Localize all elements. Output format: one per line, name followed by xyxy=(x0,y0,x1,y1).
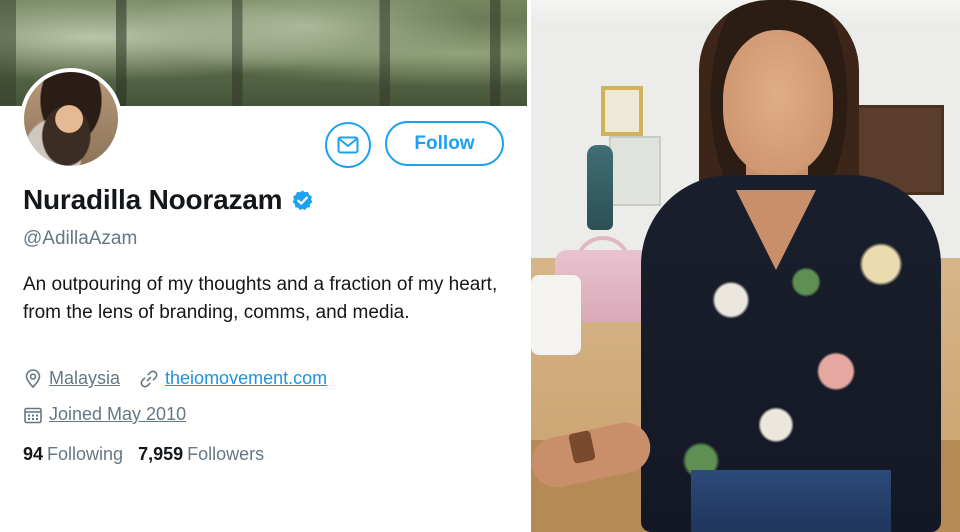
photo-blouse-neckline xyxy=(736,190,816,270)
location-item: Malaysia xyxy=(23,368,120,389)
followers-label: Followers xyxy=(187,444,265,464)
link-icon xyxy=(140,370,158,387)
message-button[interactable] xyxy=(325,122,371,168)
verified-badge-icon xyxy=(292,189,313,210)
user-handle: @AdillaAzam xyxy=(23,228,138,249)
photo-cup xyxy=(531,275,581,355)
followers-stat[interactable]: 7,959 Followers xyxy=(138,444,264,465)
photo-jeans xyxy=(691,470,891,532)
following-stat[interactable]: 94 Following xyxy=(23,444,123,465)
photo-vase xyxy=(587,145,613,230)
following-count: 94 xyxy=(23,444,44,464)
display-name: Nuradilla Noorazam xyxy=(23,184,283,215)
profile-joined-row: Joined May 2010 xyxy=(23,404,205,425)
profile-card: Follow Nuradilla Noorazam @AdillaAzam An… xyxy=(0,0,527,532)
follow-stats: 94 Following 7,959 Followers xyxy=(23,444,279,465)
follow-button-label: Follow xyxy=(414,132,475,154)
calendar-icon xyxy=(24,407,42,423)
name-row: Nuradilla Noorazam xyxy=(23,184,314,216)
avatar[interactable] xyxy=(24,72,118,166)
photo-person-face xyxy=(723,30,833,175)
follow-button[interactable]: Follow xyxy=(385,121,504,166)
photo-left-shelf xyxy=(609,136,661,206)
avatar-ring[interactable] xyxy=(20,68,122,170)
website-item: theiomovement.com xyxy=(139,368,327,389)
joined-date: Joined May 2010 xyxy=(49,404,187,424)
following-label: Following xyxy=(47,444,124,464)
profile-meta-row: Malaysia theiomovement.com xyxy=(23,368,346,389)
envelope-icon xyxy=(337,136,359,154)
profile-bio: An outpouring of my thoughts and a fract… xyxy=(23,274,498,323)
location-text[interactable]: Malaysia xyxy=(49,368,120,389)
joined-item: Joined May 2010 xyxy=(23,404,186,425)
website-link[interactable]: theiomovement.com xyxy=(165,368,327,389)
photo-picture-frame xyxy=(601,86,643,136)
followers-count: 7,959 xyxy=(138,444,184,464)
location-pin-icon xyxy=(25,368,41,388)
portrait-photo xyxy=(531,0,960,532)
